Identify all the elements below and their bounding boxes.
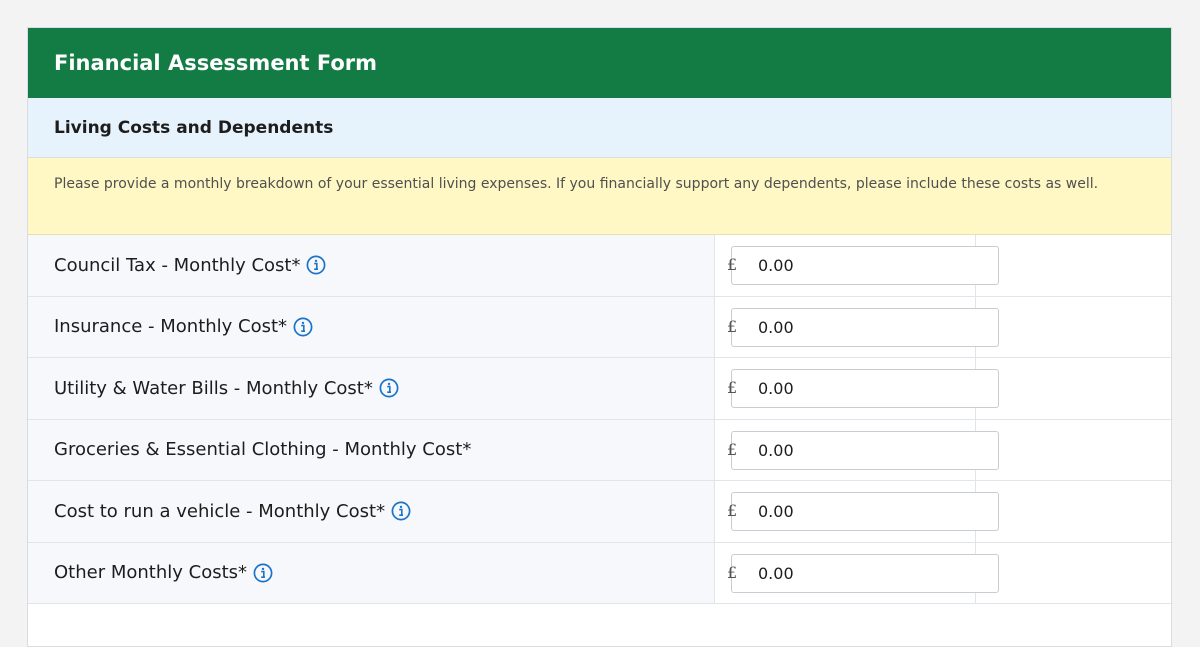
monthly-cost-input[interactable] [731,369,999,408]
cost-row: Other Monthly Costs* £ [28,542,1171,604]
cost-label-cell: Utility & Water Bills - Monthly Cost* [28,358,715,419]
monthly-cost-input[interactable] [731,430,999,470]
cost-input-cell: £ [715,235,1171,296]
cost-rows: Council Tax - Monthly Cost*£Insurance - … [28,235,1171,604]
section-title: Living Costs and Dependents [28,98,1171,158]
currency-symbol: £ [727,378,738,397]
info-icon[interactable] [379,378,399,398]
section-notice: Please provide a monthly breakdown of yo… [28,158,1171,235]
cost-label-cell: Insurance - Monthly Cost* [28,296,715,357]
cost-input-cell: £ [715,296,1171,357]
cost-input-cell: £ [715,358,1171,419]
cost-input-cell: £ [715,419,1171,480]
info-icon[interactable] [391,501,411,521]
cost-label-cell: Council Tax - Monthly Cost* [28,235,715,296]
monthly-cost-input[interactable] [731,553,999,593]
currency-symbol: £ [727,501,738,520]
cost-label-cell: Other Monthly Costs* [28,542,715,603]
currency-symbol: £ [727,439,738,459]
cost-label: Insurance - Monthly Cost* [54,316,288,338]
financial-assessment-card: Financial Assessment Form Living Costs a… [27,27,1172,647]
cost-label: Other Monthly Costs* [54,562,248,584]
cost-input-cell: £ [715,481,1171,542]
cost-label: Council Tax - Monthly Cost* [54,254,301,276]
cost-row: Insurance - Monthly Cost* £ [28,296,1171,358]
cost-row: Council Tax - Monthly Cost* £ [28,235,1171,297]
info-icon[interactable] [253,563,273,583]
info-icon[interactable] [306,255,326,275]
cost-label-cell: Cost to run a vehicle - Monthly Cost* [28,481,715,542]
currency-symbol: £ [727,316,738,336]
currency-symbol: £ [727,562,738,582]
cost-label: Utility & Water Bills - Monthly Cost* [54,377,373,399]
info-icon[interactable] [293,317,313,337]
currency-symbol: £ [727,255,738,274]
monthly-cost-input[interactable] [731,246,999,285]
form-title: Financial Assessment Form [28,28,1171,98]
monthly-cost-input[interactable] [731,307,999,347]
cost-row: Cost to run a vehicle - Monthly Cost* £ [28,481,1171,543]
cost-row: Utility & Water Bills - Monthly Cost* £ [28,358,1171,420]
cost-row: Groceries & Essential Clothing - Monthly… [28,419,1171,481]
monthly-cost-input[interactable] [731,492,999,531]
cost-input-cell: £ [715,542,1171,603]
cost-label-cell: Groceries & Essential Clothing - Monthly… [28,419,715,480]
cost-label: Groceries & Essential Clothing - Monthly… [54,439,472,461]
cost-label: Cost to run a vehicle - Monthly Cost* [54,500,386,522]
